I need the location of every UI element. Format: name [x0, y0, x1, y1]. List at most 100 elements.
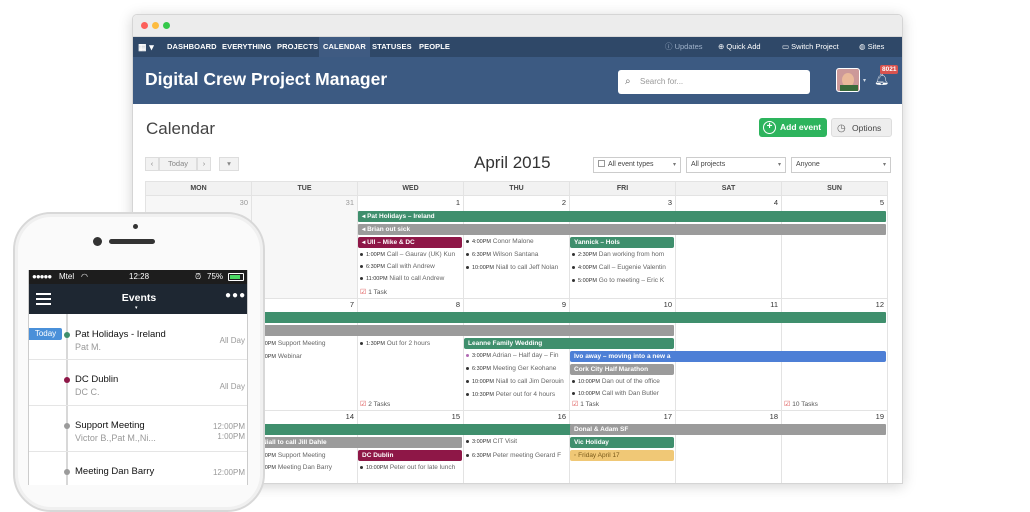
updates-link[interactable]: ⓘ Updates [665, 37, 703, 57]
day-cell[interactable]: 31 [251, 196, 358, 299]
event-item[interactable]: 11:00PM Niall to call Andrew [360, 274, 462, 284]
sites-link[interactable]: ◍ Sites [859, 37, 884, 57]
people-select[interactable]: Anyone ▾ [791, 157, 891, 173]
event-item[interactable]: 10:00PM Niall to call Jim Derouin [466, 377, 568, 387]
day-cell[interactable]: 18 [675, 410, 782, 483]
event-item[interactable]: 10:00PM Peter out for late lunch [360, 463, 462, 473]
day-number: 17 [663, 412, 672, 421]
event-bar[interactable]: ◂ Ull – Mike & DC [358, 237, 462, 248]
today-button[interactable]: Today [159, 157, 197, 171]
event-item[interactable]: 10:00PM Support Meeting [254, 451, 356, 461]
maximize-dot-icon[interactable] [163, 22, 170, 29]
nav-everything[interactable]: EVERYTHING [222, 37, 271, 57]
checkbox-icon[interactable] [598, 160, 605, 167]
event-item[interactable]: 1:00PM Call – Gaurav (UK) Kun [360, 250, 462, 260]
add-event-button[interactable]: + Add event [759, 118, 827, 137]
event-bar[interactable]: Vic Holiday [570, 437, 674, 448]
event-bar[interactable]: Leanne Family Wedding [464, 338, 674, 349]
day-number: 8 [455, 300, 460, 309]
list-item[interactable]: DC Dublin DC C. All Day [29, 360, 247, 406]
nav-statuses[interactable]: STATUSES [372, 37, 412, 57]
day-number: 4 [773, 198, 778, 207]
prev-month-button[interactable]: ‹ [145, 157, 159, 171]
top-navigation: ▦ ▾ DASHBOARD EVERYTHING PROJECTS CALEND… [133, 37, 902, 57]
event-item[interactable]: 10:00PM Meeting Dan Barry [254, 463, 356, 473]
event-item[interactable]: 10:00PM Webinar [254, 352, 356, 362]
event-item[interactable]: 2:30PM Dan working from hom [572, 250, 674, 260]
quick-add-link[interactable]: ⊕ Quick Add [718, 37, 761, 57]
day-number: 31 [345, 198, 354, 207]
event-item[interactable]: 4:00PM Call – Eugenie Valentin [572, 263, 674, 273]
close-dot-icon[interactable] [141, 22, 148, 29]
projects-select[interactable]: All projects ▾ [686, 157, 786, 173]
event-bar[interactable]: ◂ Brian out sick [358, 224, 886, 235]
signal-icon: ●●●●● [32, 272, 52, 281]
event-bar[interactable]: ◦ Friday April 17 [570, 450, 674, 461]
event-item[interactable]: 10:00PM Call with Dan Butler [572, 389, 674, 399]
title-caret-icon[interactable]: ▾ [135, 305, 138, 311]
phone-nav-bar: Events ▾ ●●● [29, 284, 247, 314]
info-icon: ⓘ [665, 42, 675, 51]
day-header-tue: TUE [251, 181, 358, 196]
avatar[interactable] [836, 68, 860, 92]
minimize-dot-icon[interactable] [152, 22, 159, 29]
task-count[interactable]: ☑ 2 Tasks [360, 400, 390, 410]
next-month-button[interactable]: › [197, 157, 211, 171]
notification-badge: 8021 [880, 65, 899, 74]
search-input[interactable]: ⌕ Search for... [618, 70, 810, 94]
event-item[interactable]: 10:30PM Peter out for 4 hours [466, 390, 568, 400]
day-cell[interactable]: 16 [463, 410, 570, 483]
event-item[interactable]: 4:00PM Conor Malone [466, 237, 568, 247]
app-title: Digital Crew Project Manager [145, 69, 388, 89]
day-number: 18 [769, 412, 778, 421]
event-item[interactable]: 10:00PM Dan out of the office [572, 377, 674, 387]
list-item[interactable]: Pat Holidays - Ireland Pat M. All Day [29, 314, 247, 360]
month-title: April 2015 [474, 153, 551, 172]
day-header-thu: THU [463, 181, 570, 196]
bell-icon[interactable]: 🔔︎ [874, 72, 889, 86]
nav-people[interactable]: PEOPLE [419, 37, 450, 57]
options-button[interactable]: ◷ Options [831, 118, 892, 137]
task-checkbox-icon: ☑ [784, 401, 791, 408]
clock-label: 12:28 [129, 272, 150, 281]
event-item[interactable]: 6:30PM Call with Andrew [360, 262, 462, 272]
event-bar[interactable]: Cork City Half Marathon [570, 364, 674, 375]
event-color-dot [64, 423, 70, 429]
day-number: 15 [451, 412, 460, 421]
event-bar[interactable]: Ivo away – moving into a new a [570, 351, 886, 362]
task-count[interactable]: ☑ 10 Tasks [784, 400, 818, 410]
event-item[interactable]: 10:00PM Support Meeting [254, 339, 356, 349]
event-types-select[interactable]: All event types ▾ [593, 157, 681, 173]
nav-calendar[interactable]: CALENDAR [319, 37, 370, 57]
window-titlebar [133, 15, 902, 37]
event-item[interactable]: 1:30PM Out for 2 hours [360, 339, 462, 349]
event-item[interactable]: 6:30PM Wilson Santana [466, 250, 568, 260]
list-item[interactable]: Meeting Dan Barry 12:00PM [29, 452, 247, 485]
day-number: 9 [561, 300, 566, 309]
event-item[interactable]: 3:00PM CIT Visit [466, 437, 568, 447]
event-bar[interactable]: ◂ Pat Holidays – Ireland [358, 211, 886, 222]
event-item[interactable]: 5:00PM Go to meeting – Eric K [572, 276, 674, 286]
chevron-down-icon: ▾ [777, 162, 781, 168]
day-cell[interactable]: 19 [781, 410, 888, 483]
grid-menu-icon[interactable]: ▦ ▾ [138, 37, 154, 57]
alarm-icon: ⏰︎ [195, 272, 202, 281]
task-count[interactable]: ☑ 1 Task [572, 400, 599, 410]
event-item[interactable]: 10:00PM Niall to call Jeff Nolan [466, 263, 568, 273]
event-bar[interactable]: Donal & Adam SF [570, 424, 886, 435]
more-icon[interactable]: ●●● [225, 290, 246, 301]
list-item[interactable]: Support Meeting Victor B.,Pat M.,Ni... 1… [29, 406, 247, 452]
event-bar[interactable]: Yannick – Hols [570, 237, 674, 248]
task-count[interactable]: ☑ 1 Task [360, 288, 387, 298]
phone-speaker [109, 239, 155, 244]
event-color-dot [64, 377, 70, 383]
switch-project-link[interactable]: ▭ Switch Project [782, 37, 839, 57]
nav-dashboard[interactable]: DASHBOARD [167, 37, 217, 57]
event-item[interactable]: 6:30PM Peter meeting Gerard F [466, 451, 568, 461]
event-bar[interactable]: DC Dublin [358, 450, 462, 461]
event-item[interactable]: 6:30PM Meeting Ger Keohane [466, 364, 568, 374]
view-dropdown-button[interactable]: ▾ [219, 157, 239, 171]
nav-projects[interactable]: PROJECTS [277, 37, 318, 57]
avatar-caret-icon[interactable]: ▾ [863, 77, 866, 84]
event-item[interactable]: 3:00PM Adrian – Half day – Fin [466, 351, 568, 361]
